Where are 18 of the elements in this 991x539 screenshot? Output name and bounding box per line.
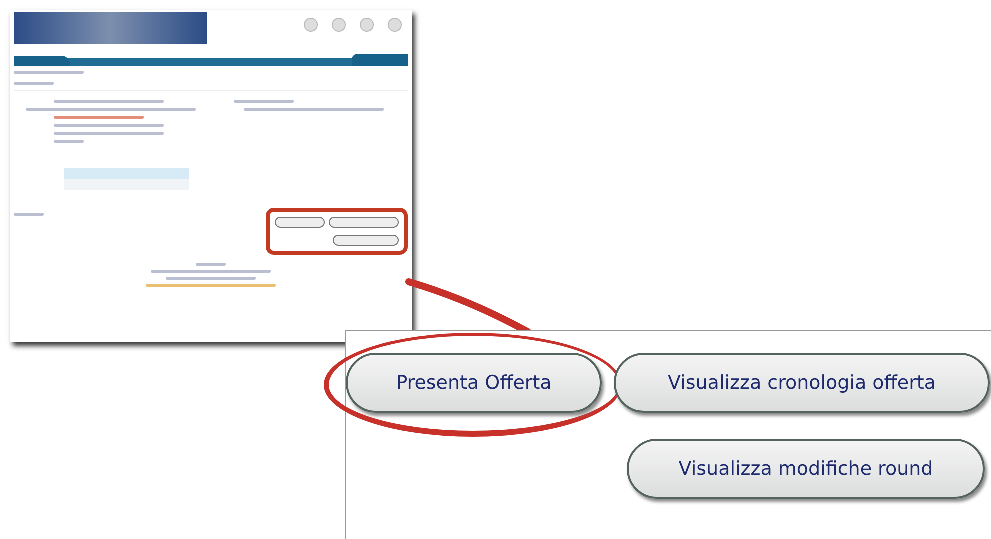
small-button[interactable]: [333, 235, 399, 246]
blurred-text-line: [14, 213, 44, 216]
blurred-text-line: [234, 100, 294, 103]
blurred-text-line: [196, 263, 226, 266]
blurred-text-line: [14, 71, 84, 74]
toolbar-icon[interactable]: [360, 18, 374, 32]
action-button[interactable]: Visualizza cronologia offerta: [614, 353, 990, 413]
action-button[interactable]: Presenta Offerta: [346, 353, 602, 413]
toolbar-icon[interactable]: [332, 18, 346, 32]
action-button[interactable]: Visualizza modifiche round: [627, 439, 985, 499]
blurred-text-line: [14, 82, 54, 85]
blurred-text-line: [54, 140, 84, 143]
nav-tab[interactable]: [14, 56, 70, 66]
toolbar-icon[interactable]: [388, 18, 402, 32]
toolbar-icon[interactable]: [304, 18, 318, 32]
small-button[interactable]: [329, 217, 399, 228]
small-button[interactable]: [275, 217, 325, 228]
nav-tab[interactable]: [352, 54, 408, 66]
